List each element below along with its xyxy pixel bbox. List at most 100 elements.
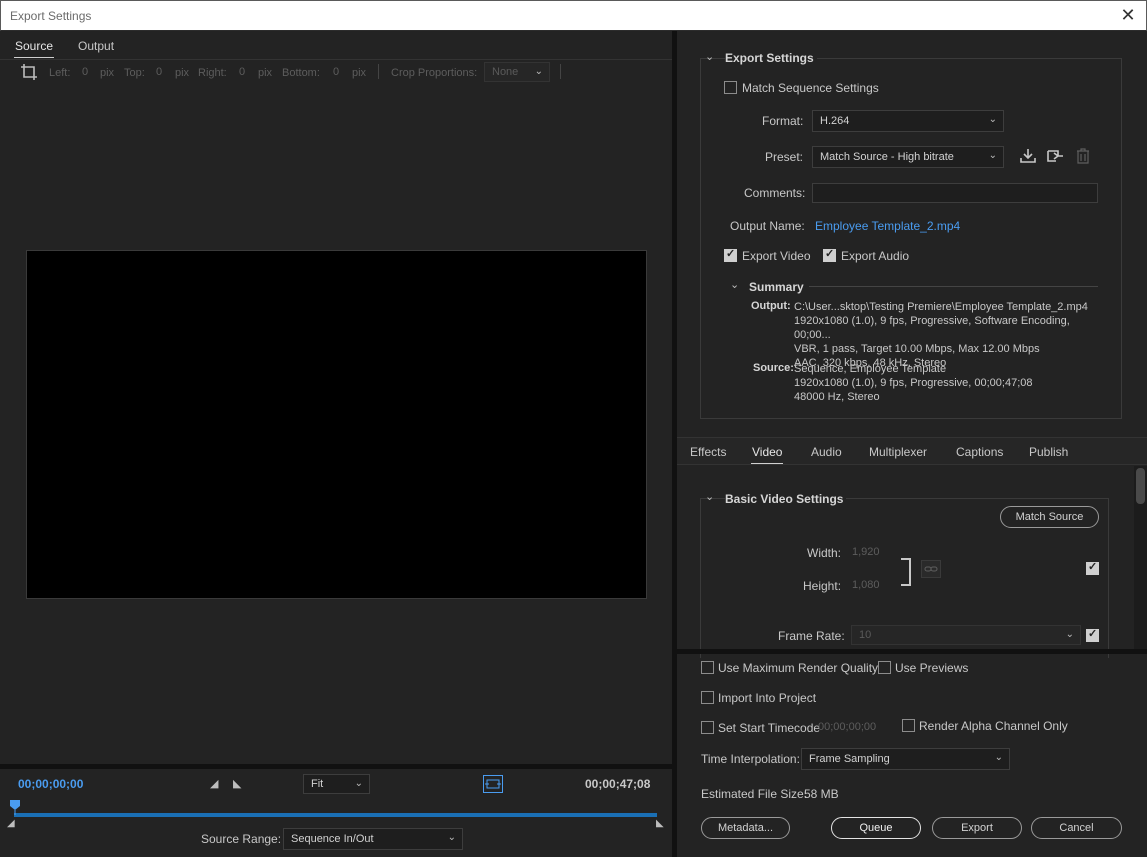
crop-proportions-dropdown[interactable]: None ⌄ (484, 62, 550, 82)
export-audio-checkbox[interactable] (823, 247, 836, 262)
summary-chevron-icon[interactable]: ⌄ (730, 278, 739, 291)
crop-left-label: Left: (49, 67, 71, 79)
cancel-button[interactable]: Cancel (1031, 817, 1122, 839)
in-point-marker-icon[interactable]: ◢ (7, 818, 15, 829)
use-previews-checkbox[interactable] (878, 661, 891, 674)
scrollbar-thumb[interactable] (1136, 468, 1145, 504)
output-name-link[interactable]: Employee Template_2.mp4 (815, 219, 960, 233)
comments-field[interactable] (812, 183, 1098, 203)
summary-output-line: VBR, 1 pass, Target 10.00 Mbps, Max 12.0… (794, 343, 1040, 355)
export-video-checkbox[interactable] (724, 247, 737, 262)
crop-bottom-value[interactable]: 0 (333, 66, 339, 78)
frame-rate-value: 10 (859, 629, 872, 641)
chevron-down-icon: ⌄ (988, 150, 997, 161)
timeline-range-bar[interactable] (14, 813, 657, 817)
set-start-timecode-label[interactable]: Set Start Timecode (718, 721, 820, 735)
preset-dropdown[interactable]: Match Source - High bitrate ⌄ (812, 146, 1004, 168)
chevron-down-icon: ⌄ (354, 778, 363, 789)
resolution-override-checkbox[interactable] (1086, 560, 1099, 575)
basic-video-title: Basic Video Settings (725, 492, 847, 506)
time-interpolation-label: Time Interpolation: (701, 752, 800, 766)
export-video-label[interactable]: Export Video (742, 249, 811, 263)
source-range-dropdown[interactable]: Sequence In/Out ⌄ (283, 828, 463, 850)
tab-effects[interactable]: Effects (690, 445, 726, 459)
max-render-quality-label[interactable]: Use Maximum Render Quality (718, 661, 878, 675)
link-bracket (901, 558, 911, 586)
render-alpha-label[interactable]: Render Alpha Channel Only (919, 719, 1068, 733)
frame-rate-override-checkbox[interactable] (1086, 627, 1099, 642)
tab-captions[interactable]: Captions (956, 445, 1003, 459)
height-value[interactable]: 1,080 (852, 579, 880, 591)
current-timecode[interactable]: 00;00;00;00 (18, 777, 83, 791)
delete-preset-icon[interactable] (1076, 148, 1090, 164)
frame-rate-dropdown[interactable]: 10 ⌄ (851, 625, 1081, 645)
start-timecode-value[interactable]: 00;00;00;00 (818, 721, 876, 733)
format-label: Format: (762, 114, 804, 128)
end-timecode: 00;00;47;08 (585, 777, 651, 791)
estimated-file-size-label: Estimated File Size: (701, 787, 808, 801)
format-dropdown[interactable]: H.264 ⌄ (812, 110, 1004, 132)
link-icon[interactable] (921, 560, 941, 578)
set-start-timecode-checkbox[interactable] (701, 721, 714, 734)
source-panel: Source Output Left: 0 pix Top: 0 pix Rig… (0, 31, 672, 857)
crop-top-value[interactable]: 0 (156, 66, 162, 78)
collapse-chevron-icon[interactable]: ⌄ (705, 50, 714, 63)
tab-output[interactable]: Output (78, 39, 114, 53)
export-button[interactable]: Export (932, 817, 1022, 839)
set-out-point-icon[interactable]: ◣ (233, 777, 241, 790)
preset-value: Match Source - High bitrate (820, 151, 954, 163)
queue-button[interactable]: Queue (831, 817, 921, 839)
width-label: Width: (807, 546, 842, 560)
summary-source-line: 1920x1080 (1.0), 9 fps, Progressive, 00;… (794, 377, 1033, 389)
summary-title: Summary (749, 280, 804, 294)
crop-proportions-label: Crop Proportions: (391, 67, 478, 79)
out-point-marker-icon[interactable]: ◣ (656, 818, 664, 829)
tab-publish[interactable]: Publish (1029, 445, 1068, 459)
aspect-ratio-correction-icon[interactable] (483, 775, 503, 793)
title-bar: Export Settings ✕ (0, 0, 1147, 31)
chevron-down-icon: ⌄ (988, 114, 997, 125)
chevron-down-icon: ⌄ (1065, 629, 1074, 640)
crop-right-value[interactable]: 0 (239, 66, 245, 78)
summary-source-lines: Sequence, Employee Template 1920x1080 (1… (794, 362, 1094, 404)
summary-source-label: Source: (753, 362, 794, 374)
import-into-project-label[interactable]: Import Into Project (718, 691, 816, 705)
chevron-down-icon: ⌄ (994, 752, 1003, 763)
export-audio-label[interactable]: Export Audio (841, 249, 909, 263)
tab-source[interactable]: Source (13, 39, 55, 58)
tab-video[interactable]: Video (750, 445, 784, 464)
crop-right-unit: pix (258, 67, 273, 79)
save-preset-icon[interactable] (1019, 148, 1037, 164)
window-title: Export Settings (10, 9, 92, 23)
close-icon[interactable]: ✕ (1118, 5, 1138, 25)
playhead[interactable] (9, 799, 21, 815)
output-name-label: Output Name: (730, 219, 805, 233)
video-preview (26, 250, 647, 599)
match-sequence-label[interactable]: Match Sequence Settings (742, 81, 879, 95)
crop-right-label: Right: (198, 67, 227, 79)
match-sequence-checkbox[interactable] (724, 81, 737, 94)
crop-left-value[interactable]: 0 (82, 66, 88, 78)
width-value[interactable]: 1,920 (852, 546, 880, 558)
toolbar-separator (378, 64, 379, 79)
set-in-point-icon[interactable]: ◢ (210, 777, 218, 790)
tab-multiplexer[interactable]: Multiplexer (869, 445, 927, 459)
panel-divider (677, 649, 1147, 654)
settings-panel: ⌄ Export Settings Match Sequence Setting… (677, 31, 1147, 857)
summary-output-line: C:\User...sktop\Testing Premiere\Employe… (794, 301, 1088, 313)
crop-icon[interactable] (20, 63, 38, 81)
match-source-button[interactable]: Match Source (1000, 506, 1099, 528)
render-alpha-checkbox[interactable] (902, 719, 915, 732)
metadata-button[interactable]: Metadata... (701, 817, 790, 839)
tab-audio[interactable]: Audio (811, 445, 842, 459)
time-interpolation-dropdown[interactable]: Frame Sampling ⌄ (801, 748, 1010, 770)
import-preset-icon[interactable] (1046, 148, 1064, 164)
zoom-dropdown[interactable]: Fit ⌄ (303, 774, 370, 794)
tab-divider (0, 59, 672, 60)
collapse-chevron-icon[interactable]: ⌄ (705, 490, 714, 503)
use-previews-label[interactable]: Use Previews (895, 661, 968, 675)
summary-output-lines: C:\User...sktop\Testing Premiere\Employe… (794, 300, 1094, 370)
import-into-project-checkbox[interactable] (701, 691, 714, 704)
toolbar-separator (560, 64, 561, 79)
max-render-quality-checkbox[interactable] (701, 661, 714, 674)
